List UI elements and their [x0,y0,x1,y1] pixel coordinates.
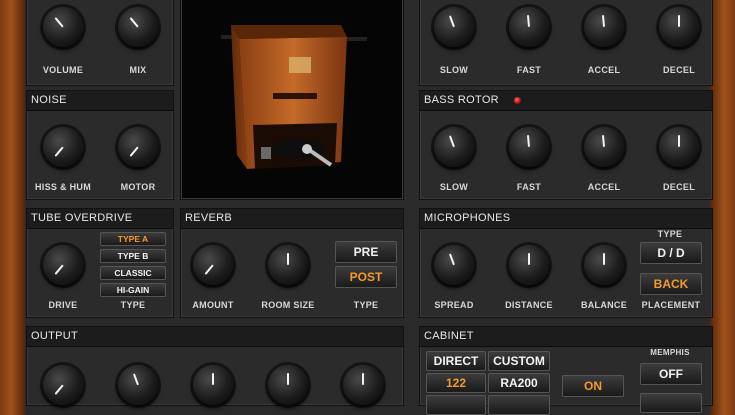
mix-label: MIX [129,65,147,75]
bass-rotor-led[interactable] [514,97,521,104]
output-knob-5[interactable] [343,365,383,405]
bass-decel-knob[interactable] [659,127,699,167]
distance-label: DISTANCE [505,300,553,310]
cabinet-ra200-button[interactable]: RA200 [488,373,550,393]
cabinet-122-button[interactable]: 122 [426,373,486,393]
horn-rotor-panel: SLOW FAST ACCEL DECEL [419,0,713,86]
type-a-button[interactable]: TYPE A [100,232,166,246]
horn-decel-label: DECEL [662,65,695,75]
cabinet-panel: CABINET DIRECT CUSTOM 122 RA200 ON MEMPH… [419,326,713,415]
memphis-label: MEMPHIS [650,348,690,357]
horn-accel-knob[interactable] [584,7,624,47]
reverb-panel: REVERB AMOUNT ROOM SIZE PRE POST TYPE [180,208,404,318]
reverb-post-button[interactable]: POST [335,266,397,288]
mix-knob[interactable] [118,7,158,47]
horn-fast-label: FAST [516,65,542,75]
volume-label: VOLUME [42,65,84,75]
noise-title: NOISE [27,91,173,111]
direct-button[interactable]: DIRECT [426,351,486,371]
tube-overdrive-panel: TUBE OVERDRIVE DRIVE TYPE A TYPE B CLASS… [26,208,174,318]
reverb-amount-knob[interactable] [193,245,233,285]
microphones-title: MICROPHONES [420,209,712,229]
bass-slow-label: SLOW [439,182,469,192]
amp-controls-panel: VOLUME MIX [26,0,174,86]
reverb-pre-button[interactable]: PRE [335,241,397,263]
bass-accel-knob[interactable] [584,127,624,167]
placement-label: PLACEMENT [641,300,701,310]
overdrive-type-label: TYPE [120,300,146,310]
drive-knob[interactable] [43,245,83,285]
cabinet-on-button[interactable]: ON [562,375,624,397]
output-panel: OUTPUT [26,326,404,406]
horn-slow-knob[interactable] [434,7,474,47]
motor-label: MOTOR [120,182,156,192]
bass-rotor-panel: BASS ROTOR SLOW FAST ACCEL DECEL [419,90,713,200]
output-knob-4[interactable] [268,365,308,405]
microphones-panel: MICROPHONES SPREAD DISTANCE BALANCE TYPE… [419,208,713,318]
distance-knob[interactable] [509,245,549,285]
hiss-hum-knob[interactable] [43,127,83,167]
memphis-button[interactable]: OFF [640,363,702,385]
bass-accel-label: ACCEL [587,182,621,192]
tube-overdrive-title: TUBE OVERDRIVE [27,209,173,229]
motor-knob[interactable] [118,127,158,167]
custom-button[interactable]: CUSTOM [488,351,550,371]
horn-fast-knob[interactable] [509,7,549,47]
cabinet-image-panel [180,0,404,200]
bass-fast-label: FAST [516,182,542,192]
cabinet-row3-right[interactable] [488,395,550,415]
room-size-knob[interactable] [268,245,308,285]
mic-type-heading: TYPE [657,229,683,239]
amount-label: AMOUNT [192,300,234,310]
output-knob-2[interactable] [118,365,158,405]
reverb-type-label: TYPE [353,300,379,310]
output-knob-3[interactable] [193,365,233,405]
spread-label: SPREAD [434,300,474,310]
mic-placement-button[interactable]: BACK [640,273,702,295]
volume-knob[interactable] [43,7,83,47]
memphis-row2-button[interactable] [640,393,702,413]
bass-fast-knob[interactable] [509,127,549,167]
bass-slow-knob[interactable] [434,127,474,167]
drive-label: DRIVE [48,300,78,310]
mic-type-button[interactable]: D / D [640,242,702,264]
bass-rotor-title: BASS ROTOR [420,91,712,111]
cabinet-title: CABINET [420,327,712,347]
output-title: OUTPUT [27,327,403,347]
room-size-label: ROOM SIZE [261,300,315,310]
type-b-button[interactable]: TYPE B [100,249,166,263]
rotary-cabinet-illustration [221,25,367,169]
classic-button[interactable]: CLASSIC [100,266,166,280]
bass-decel-label: DECEL [662,182,695,192]
reverb-title: REVERB [181,209,403,229]
cabinet-row3-left[interactable] [426,395,486,415]
horn-accel-label: ACCEL [587,65,621,75]
balance-knob[interactable] [584,245,624,285]
output-knob-1[interactable] [43,365,83,405]
hi-gain-button[interactable]: HI-GAIN [100,283,166,297]
noise-panel: NOISE HISS & HUM MOTOR [26,90,174,200]
spread-knob[interactable] [434,245,474,285]
horn-decel-knob[interactable] [659,7,699,47]
hiss-hum-label: HISS & HUM [34,182,91,192]
horn-slow-label: SLOW [439,65,469,75]
